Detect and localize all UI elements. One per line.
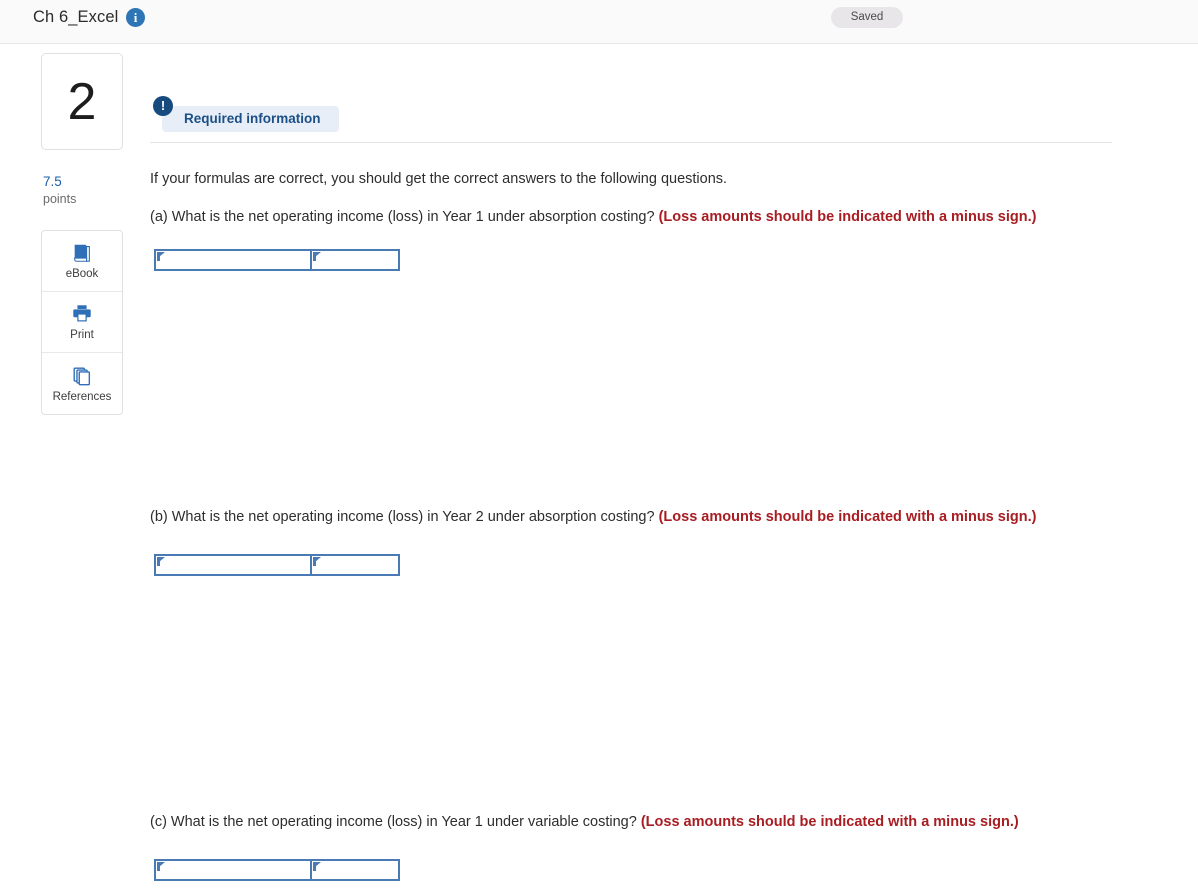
cell-marker-icon [157, 252, 165, 261]
cell-marker-icon [313, 252, 321, 261]
cell-marker-icon [313, 862, 321, 871]
answer-cell-c-value[interactable] [310, 859, 400, 881]
question-c-text: (c) What is the net operating income (lo… [150, 814, 637, 830]
answer-table-b[interactable] [154, 554, 400, 576]
status-badge: Saved [831, 7, 903, 28]
question-b-note: (Loss amounts should be indicated with a… [658, 509, 1037, 525]
points-block: 7.5 points [41, 174, 123, 207]
question-b-prompt: (b) What is the net operating income (lo… [150, 509, 1036, 525]
intro-text: If your formulas are correct, you should… [150, 171, 728, 187]
question-c-note: (Loss amounts should be indicated with a… [640, 814, 1019, 830]
info-icon[interactable]: i [126, 8, 145, 27]
tool-button-group: eBook Print References [41, 230, 123, 416]
required-information-label: Required information [162, 106, 339, 132]
table-row [154, 249, 400, 271]
ebook-button[interactable]: eBook [42, 231, 122, 293]
question-number-box: 2 [41, 53, 123, 150]
page-title: Ch 6_Excel [33, 8, 119, 26]
question-content: ! Required information If your formulas … [150, 53, 1150, 881]
answer-cell-b-label[interactable] [154, 554, 312, 576]
table-row [154, 859, 400, 881]
cell-marker-icon [157, 557, 165, 566]
question-rail: 2 7.5 points eBook Print References [41, 53, 123, 416]
cell-marker-icon [313, 557, 321, 566]
print-label: Print [70, 329, 94, 342]
points-value: 7.5 [43, 174, 62, 189]
table-row [154, 554, 400, 576]
references-button[interactable]: References [42, 353, 122, 414]
answer-cell-b-value[interactable] [310, 554, 400, 576]
question-a-note: (Loss amounts should be indicated with a… [658, 209, 1037, 225]
exclamation-icon: ! [153, 96, 173, 116]
cell-marker-icon [157, 862, 165, 871]
question-a-text: (a) What is the net operating income (lo… [150, 209, 655, 225]
references-label: References [52, 390, 112, 403]
answer-table-a[interactable] [154, 249, 400, 271]
answer-cell-a-label[interactable] [154, 249, 312, 271]
question-number: 2 [67, 72, 97, 131]
question-c-prompt: (c) What is the net operating income (lo… [150, 814, 1019, 830]
answer-table-c[interactable] [154, 859, 400, 881]
copy-icon [71, 365, 93, 387]
content-divider [150, 142, 1112, 143]
question-a-prompt: (a) What is the net operating income (lo… [150, 209, 1036, 225]
printer-icon [71, 303, 93, 325]
top-bar: Ch 6_Excel i Saved [0, 0, 1198, 44]
ebook-label: eBook [65, 268, 99, 281]
points-label: points [43, 191, 77, 206]
print-button[interactable]: Print [42, 292, 122, 354]
book-icon [71, 242, 93, 264]
answer-cell-c-label[interactable] [154, 859, 312, 881]
question-b-text: (b) What is the net operating income (lo… [150, 509, 655, 525]
required-information-banner: ! Required information [150, 53, 1150, 132]
answer-cell-a-value[interactable] [310, 249, 400, 271]
